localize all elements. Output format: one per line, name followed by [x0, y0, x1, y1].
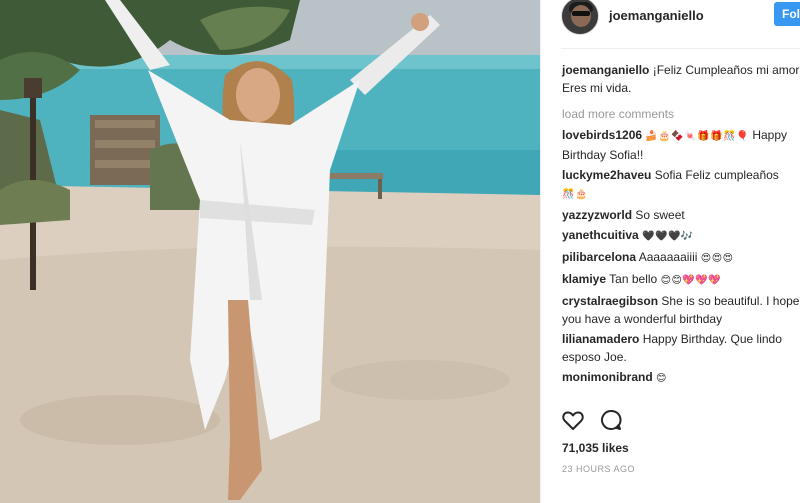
- comment-emoji: 😊: [656, 373, 667, 384]
- post-header: joemanganiello Follo: [541, 0, 800, 40]
- comment-item: yanethcuitiva 🖤🖤🖤🎶: [562, 226, 800, 246]
- caption-username[interactable]: joemanganiello: [562, 63, 649, 77]
- comment-text: Sofia Feliz cumpleaños: [654, 168, 779, 182]
- comment-username[interactable]: pilibarcelona: [562, 250, 636, 264]
- comment-emoji: 😊😊💖💖💖: [660, 275, 722, 286]
- avatar-face: [571, 5, 591, 27]
- load-more-comments-link[interactable]: load more comments: [562, 105, 800, 123]
- comment-username[interactable]: crystalraegibson: [562, 294, 658, 308]
- comment-item: pilibarcelona Aaaaaaaiiii 😍😍😍: [562, 248, 800, 268]
- caption: joemanganiello ¡Feliz Cumpleaños mi amor…: [562, 61, 800, 97]
- post-timestamp[interactable]: 23 HOURS AGO: [562, 464, 635, 474]
- comment-text: So sweet: [635, 208, 685, 222]
- comment-item: klamiye Tan bello 😊😊💖💖💖: [562, 270, 800, 290]
- comment-item: monimonibrand 😊: [562, 368, 800, 388]
- comment-username[interactable]: lilianamadero: [562, 332, 639, 346]
- comment-username[interactable]: yanethcuitiva: [562, 228, 639, 242]
- comment-username[interactable]: lovebirds1206: [562, 128, 642, 142]
- comment-emoji: 🖤🖤🖤🎶: [642, 231, 694, 242]
- comment-item: luckyme2haveu Sofia Feliz cumpleaños 🎊🎂: [562, 166, 800, 204]
- comment-emoji: 🎊🎂: [562, 189, 588, 200]
- comment-item: crystalraegibson She is so beautiful. I …: [562, 292, 800, 328]
- comment-item: lovebirds1206 🍰🎂🍫🍬🎁🎁🎊🎈 Happy Birthday So…: [562, 126, 800, 164]
- post-side-panel: joemanganiello Follo joemanganiello ¡Fel…: [540, 0, 800, 503]
- avatar-sunglasses: [572, 11, 590, 16]
- post-actions: [561, 408, 800, 436]
- like-count[interactable]: 71,035 likes: [562, 441, 629, 455]
- caption-text: ¡Feliz Cumpleaños mi amor!: [652, 63, 800, 77]
- comment-text: Tan bello: [609, 272, 658, 286]
- comment-text: Aaaaaaaiiii: [638, 250, 698, 264]
- comment-item: yazzyzworld So sweet: [562, 206, 800, 224]
- comment-emoji: 🍰🎂🍫🍬🎁🎁🎊🎈: [645, 131, 749, 142]
- caption-text-2: Eres mi vida.: [562, 81, 632, 95]
- header-username[interactable]: joemanganiello: [609, 8, 704, 23]
- header-divider: [561, 48, 800, 49]
- follow-button[interactable]: Follo: [774, 2, 800, 26]
- heart-icon[interactable]: [561, 408, 585, 432]
- comment-username[interactable]: monimonibrand: [562, 370, 653, 384]
- comment-emoji: 😍😍😍: [700, 253, 734, 264]
- comment-list: joemanganiello ¡Feliz Cumpleaños mi amor…: [562, 61, 800, 390]
- comment-item: lilianamadero Happy Birthday. Que lindo …: [562, 330, 800, 366]
- comment-username[interactable]: klamiye: [562, 272, 606, 286]
- beach-photo-illustration: [0, 0, 540, 503]
- post-photo[interactable]: [0, 0, 540, 503]
- profile-avatar[interactable]: [561, 0, 599, 35]
- comment-icon[interactable]: [599, 408, 623, 432]
- comment-username[interactable]: yazzyzworld: [562, 208, 632, 222]
- comment-username[interactable]: luckyme2haveu: [562, 168, 651, 182]
